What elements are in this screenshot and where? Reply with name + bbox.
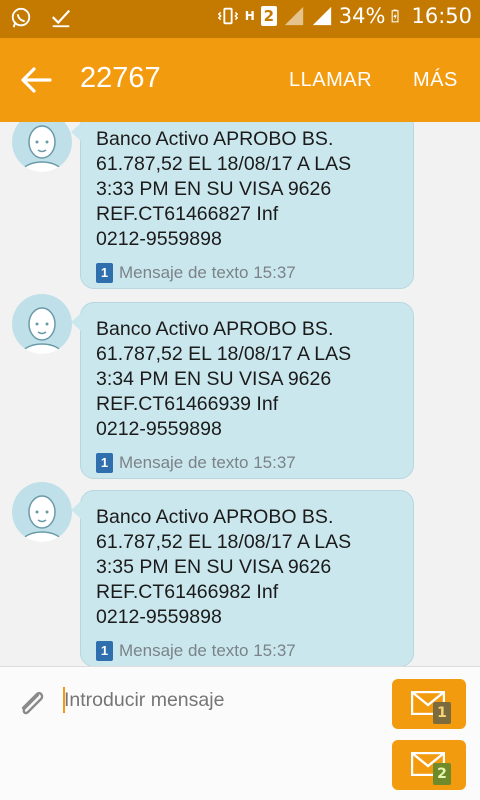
message-meta: 1 Mensaje de texto 15:37	[96, 448, 397, 478]
person-icon	[20, 495, 64, 542]
sim1-icon: 1	[96, 263, 113, 283]
battery-charging-icon	[392, 9, 399, 23]
message-bubble[interactable]: Banco Activo APROBO BS. 61.787,52 EL 18/…	[71, 302, 414, 479]
message-text: Banco Activo APROBO BS. 61.787,52 EL 18/…	[96, 128, 352, 250]
message-timestamp: Mensaje de texto 15:37	[119, 641, 296, 660]
back-arrow-icon[interactable]	[20, 66, 52, 94]
message-meta: 1 Mensaje de texto 15:37	[96, 258, 397, 288]
app-bar: 22767 LLAMAR MÁS	[0, 38, 480, 122]
bubble-tail	[71, 313, 81, 331]
conversation-list[interactable]: Banco Activo APROBO BS. 61.787,52 EL 18/…	[0, 122, 480, 666]
battery-percent: 34%	[338, 4, 386, 28]
message-timestamp: Mensaje de texto 15:37	[119, 263, 296, 282]
message-text: Banco Activo APROBO BS. 61.787,52 EL 18/…	[96, 506, 352, 628]
signal-icon-2	[312, 6, 331, 26]
message-bubble[interactable]: Banco Activo APROBO BS. 61.787,52 EL 18/…	[71, 490, 414, 666]
more-button[interactable]: MÁS	[413, 69, 458, 92]
send-sim1-button[interactable]: 1	[392, 679, 466, 729]
sim2-icon: 2	[260, 6, 277, 26]
message-text: Banco Activo APROBO BS. 61.787,52 EL 18/…	[96, 318, 352, 440]
bubble-tail	[71, 501, 81, 519]
message-timestamp: Mensaje de texto 15:37	[119, 453, 296, 472]
message-composer: 1 2	[0, 666, 480, 800]
contact-avatar[interactable]	[12, 482, 72, 542]
bubble-tail	[71, 123, 81, 141]
sim2-badge: 2	[433, 763, 451, 785]
network-type-indicator: H	[244, 9, 255, 23]
conversation-title: 22767	[80, 62, 161, 94]
status-bar: H 2 34% 16:50	[0, 0, 480, 38]
message-meta: 1 Mensaje de texto 15:37	[96, 636, 397, 666]
call-button[interactable]: LLAMAR	[289, 69, 372, 92]
sim1-icon: 1	[96, 641, 113, 661]
vibrate-icon	[217, 7, 238, 25]
contact-avatar[interactable]	[12, 122, 72, 172]
message-bubble[interactable]: Banco Activo APROBO BS. 61.787,52 EL 18/…	[71, 122, 414, 289]
person-icon	[20, 125, 64, 172]
sim1-icon: 1	[96, 453, 113, 473]
check-icon	[51, 9, 71, 28]
send-sim2-button[interactable]: 2	[392, 740, 466, 790]
clock: 16:50	[411, 4, 472, 28]
sim1-badge: 1	[433, 702, 451, 724]
person-icon	[20, 307, 64, 354]
contact-avatar[interactable]	[12, 294, 72, 354]
message-input[interactable]	[64, 685, 364, 715]
whatsapp-icon	[11, 7, 31, 28]
paperclip-icon[interactable]	[16, 687, 48, 721]
signal-icon	[284, 6, 303, 26]
